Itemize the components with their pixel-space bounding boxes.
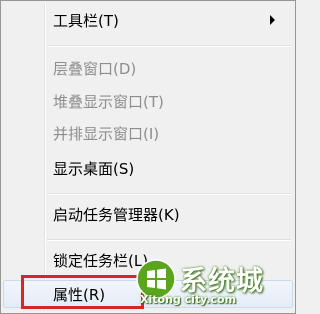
menu-item-toolbars[interactable]: 工具栏(T) (3, 7, 293, 33)
menu-item-label: 启动任务管理器(K) (53, 205, 180, 224)
menu-separator (47, 193, 291, 194)
menu-item-show-desktop[interactable]: 显示桌面(S) (3, 155, 293, 181)
menu-item-label: 层叠窗口(D) (53, 59, 137, 78)
highlight-box (21, 275, 144, 309)
menu-item-label: 并排显示窗口(I) (53, 124, 160, 143)
menu-item-label: 工具栏(T) (53, 11, 119, 30)
watermark: 系统城 Xitong city.com (130, 255, 296, 314)
menu-item-cascade-windows[interactable]: 层叠窗口(D) (3, 55, 293, 81)
menu-item-label: 显示桌面(S) (53, 159, 135, 178)
menu-item-label: 堆叠显示窗口(T) (53, 92, 164, 111)
menu-item-task-manager[interactable]: 启动任务管理器(K) (3, 201, 293, 227)
menu-item-side-by-side[interactable]: 并排显示窗口(I) (3, 120, 293, 146)
watermark-url: Xitong city.com (140, 293, 237, 306)
menu-separator (47, 45, 291, 46)
submenu-arrow-icon (270, 15, 275, 25)
menu-separator (47, 239, 291, 240)
menu-item-stack-windows[interactable]: 堆叠显示窗口(T) (3, 88, 293, 114)
